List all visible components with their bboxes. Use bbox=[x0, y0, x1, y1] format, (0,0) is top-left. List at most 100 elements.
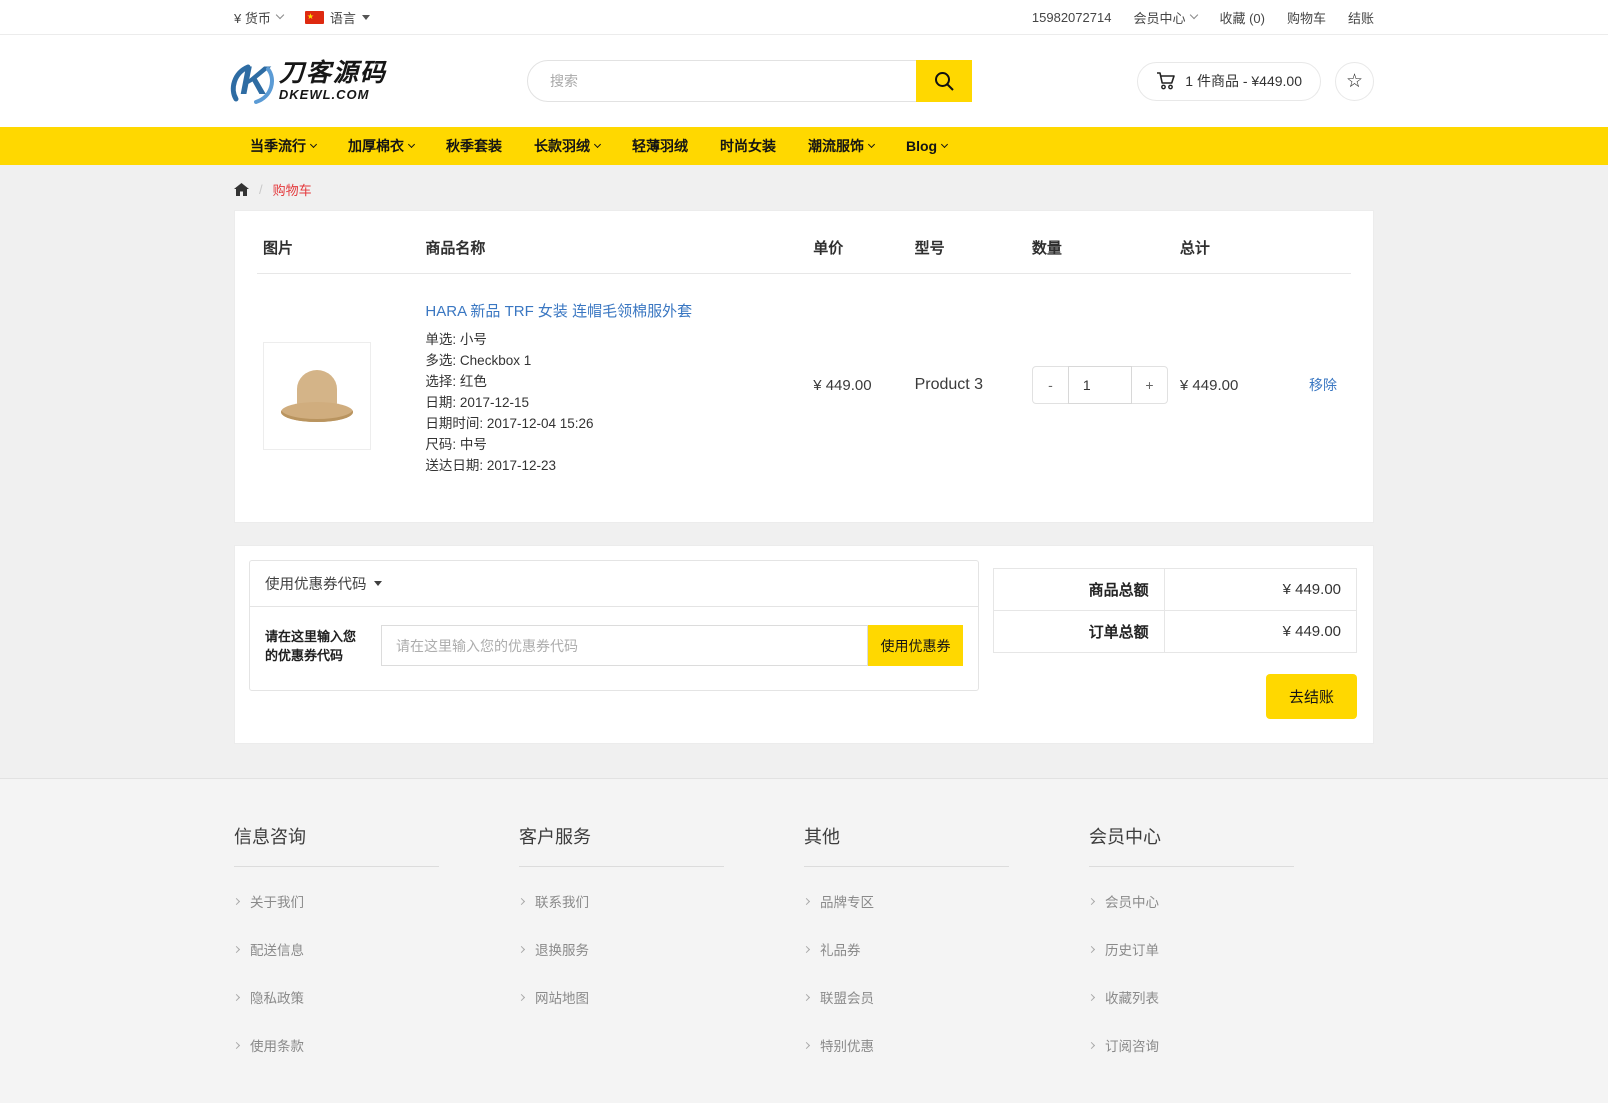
site-header: K 刀客源码 DKEWL.COM bbox=[0, 35, 1608, 127]
footer-column-title: 其他 bbox=[804, 823, 1089, 849]
chevron-down-icon bbox=[408, 141, 415, 148]
go-to-checkout-button[interactable]: 去结账 bbox=[1266, 674, 1357, 719]
chevron-down-icon bbox=[941, 141, 948, 148]
quantity-input[interactable] bbox=[1068, 366, 1132, 404]
coupon-panel-title: 使用优惠券代码 bbox=[265, 573, 367, 594]
nav-item-long-down[interactable]: 长款羽绒 bbox=[518, 127, 616, 165]
breadcrumb: / 购物车 bbox=[234, 165, 1374, 210]
shopping-cart-icon bbox=[1156, 72, 1176, 90]
currency-selector[interactable]: ¥ 货币 bbox=[234, 8, 283, 27]
col-header-image: 图片 bbox=[257, 223, 419, 274]
subtotal-label: 商品总额 bbox=[994, 569, 1165, 611]
chevron-right-icon bbox=[1088, 946, 1095, 953]
main-navigation: 当季流行 加厚棉衣 秋季套装 长款羽绒 轻薄羽绒 时尚女装 潮流服饰 Blog bbox=[0, 127, 1608, 165]
phone-number: 15982072714 bbox=[1032, 10, 1112, 25]
chevron-right-icon bbox=[803, 1042, 810, 1049]
nav-item-padded-coats[interactable]: 加厚棉衣 bbox=[332, 127, 430, 165]
product-thumbnail[interactable] bbox=[263, 342, 371, 450]
caret-down-icon bbox=[374, 581, 382, 586]
site-footer: 信息咨询 关于我们 配送信息 隐私政策 使用条款 客户服务 联系我们 退换服务 … bbox=[0, 778, 1608, 1103]
footer-link-contact-us[interactable]: 联系我们 bbox=[519, 891, 804, 911]
nav-item-seasonal[interactable]: 当季流行 bbox=[234, 127, 332, 165]
chevron-down-icon bbox=[1190, 11, 1198, 19]
quantity-increase-button[interactable]: + bbox=[1131, 366, 1168, 404]
order-total-label: 订单总额 bbox=[994, 611, 1165, 653]
header-cart-button[interactable]: 1 件商品 - ¥449.00 bbox=[1137, 62, 1321, 101]
product-option: 日期时间: 2017-12-04 15:26 bbox=[425, 414, 801, 435]
cart-link[interactable]: 购物车 bbox=[1287, 8, 1326, 27]
divider bbox=[804, 866, 1009, 867]
coupon-input-label: 请在这里输入您的优惠券代码 bbox=[265, 625, 365, 666]
footer-column-information: 信息咨询 关于我们 配送信息 隐私政策 使用条款 bbox=[234, 823, 519, 1083]
footer-link-newsletter[interactable]: 订阅咨询 bbox=[1089, 1035, 1374, 1055]
logo-subtitle: DKEWL.COM bbox=[279, 88, 387, 101]
house-icon[interactable] bbox=[234, 183, 249, 197]
logo-mark: K bbox=[234, 61, 275, 101]
apply-coupon-button[interactable]: 使用优惠券 bbox=[868, 625, 963, 666]
chevron-down-icon bbox=[594, 141, 601, 148]
nav-item-autumn-sets[interactable]: 秋季套装 bbox=[430, 127, 518, 165]
footer-link-privacy-policy[interactable]: 隐私政策 bbox=[234, 987, 519, 1007]
coupon-panel-toggle[interactable]: 使用优惠券代码 bbox=[250, 561, 978, 607]
wishlist-button[interactable]: ☆ bbox=[1335, 62, 1374, 101]
product-option: 送达日期: 2017-12-23 bbox=[425, 456, 801, 477]
col-header-quantity: 数量 bbox=[1026, 223, 1174, 274]
footer-link-sitemap[interactable]: 网站地图 bbox=[519, 987, 804, 1007]
chevron-down-icon bbox=[310, 141, 317, 148]
quantity-decrease-button[interactable]: - bbox=[1032, 366, 1069, 404]
search-input[interactable] bbox=[527, 60, 972, 102]
search-button[interactable] bbox=[916, 60, 972, 102]
footer-link-gift-vouchers[interactable]: 礼品券 bbox=[804, 939, 1089, 959]
product-option: 选择: 红色 bbox=[425, 372, 801, 393]
quantity-stepper: - + bbox=[1032, 366, 1168, 404]
nav-item-blog[interactable]: Blog bbox=[890, 127, 963, 165]
divider bbox=[234, 866, 439, 867]
col-header-model: 型号 bbox=[909, 223, 1026, 274]
footer-link-brands[interactable]: 品牌专区 bbox=[804, 891, 1089, 911]
cart-item-row: HARA 新品 TRF 女装 连帽毛领棉服外套 单选: 小号 多选: Check… bbox=[257, 274, 1351, 497]
col-header-actions bbox=[1303, 223, 1351, 274]
nav-item-light-down[interactable]: 轻薄羽绒 bbox=[616, 127, 704, 165]
product-option: 单选: 小号 bbox=[425, 330, 801, 351]
checkout-link[interactable]: 结账 bbox=[1348, 8, 1374, 27]
cn-flag-icon: ★ bbox=[305, 11, 324, 24]
caret-down-icon bbox=[362, 15, 370, 20]
col-header-unit-price: 单价 bbox=[807, 223, 908, 274]
language-selector[interactable]: ★ 语言 bbox=[305, 8, 370, 27]
remove-item-link[interactable]: 移除 bbox=[1309, 377, 1337, 393]
footer-link-order-history[interactable]: 历史订单 bbox=[1089, 939, 1374, 959]
cart-summary-card: 使用优惠券代码 请在这里输入您的优惠券代码 使用优惠券 商品总额 bbox=[234, 545, 1374, 744]
chevron-right-icon bbox=[1088, 898, 1095, 905]
footer-link-affiliates[interactable]: 联盟会员 bbox=[804, 987, 1089, 1007]
order-totals: 商品总额 ¥ 449.00 订单总额 ¥ 449.00 去结账 bbox=[993, 560, 1359, 729]
nav-item-fashion-women[interactable]: 时尚女装 bbox=[704, 127, 792, 165]
footer-link-member-center[interactable]: 会员中心 bbox=[1089, 891, 1374, 911]
logo-swoosh-icon bbox=[228, 59, 280, 107]
star-outline-icon: ☆ bbox=[1346, 70, 1363, 93]
footer-link-specials[interactable]: 特别优惠 bbox=[804, 1035, 1089, 1055]
main-content: / 购物车 图片 商品名称 单价 型号 数量 总计 bbox=[0, 165, 1608, 778]
product-name-link[interactable]: HARA 新品 TRF 女装 连帽毛领棉服外套 bbox=[425, 300, 692, 321]
coupon-code-input[interactable] bbox=[381, 625, 868, 666]
breadcrumb-separator: / bbox=[259, 182, 263, 197]
model-cell: Product 3 bbox=[909, 274, 1026, 497]
nav-item-trendy[interactable]: 潮流服饰 bbox=[792, 127, 890, 165]
product-option: 尺码: 中号 bbox=[425, 435, 801, 456]
subtotal-value: ¥ 449.00 bbox=[1164, 569, 1356, 611]
footer-link-about-us[interactable]: 关于我们 bbox=[234, 891, 519, 911]
footer-link-terms[interactable]: 使用条款 bbox=[234, 1035, 519, 1055]
coupon-input-group: 使用优惠券 bbox=[381, 625, 963, 666]
currency-label: ¥ 货币 bbox=[234, 8, 271, 27]
footer-link-wishlist[interactable]: 收藏列表 bbox=[1089, 987, 1374, 1007]
footer-link-delivery-info[interactable]: 配送信息 bbox=[234, 939, 519, 959]
member-center-link[interactable]: 会员中心 bbox=[1133, 8, 1197, 27]
totals-row-order-total: 订单总额 ¥ 449.00 bbox=[994, 611, 1357, 653]
wishlist-link[interactable]: 收藏 (0) bbox=[1219, 8, 1265, 27]
totals-row-subtotal: 商品总额 ¥ 449.00 bbox=[994, 569, 1357, 611]
line-total-cell: ¥ 449.00 bbox=[1174, 274, 1303, 497]
footer-link-returns[interactable]: 退换服务 bbox=[519, 939, 804, 959]
header-cart-summary: 1 件商品 - ¥449.00 bbox=[1185, 71, 1302, 91]
chevron-right-icon bbox=[233, 946, 240, 953]
breadcrumb-current[interactable]: 购物车 bbox=[273, 180, 312, 199]
site-logo[interactable]: K 刀客源码 DKEWL.COM bbox=[234, 61, 519, 101]
